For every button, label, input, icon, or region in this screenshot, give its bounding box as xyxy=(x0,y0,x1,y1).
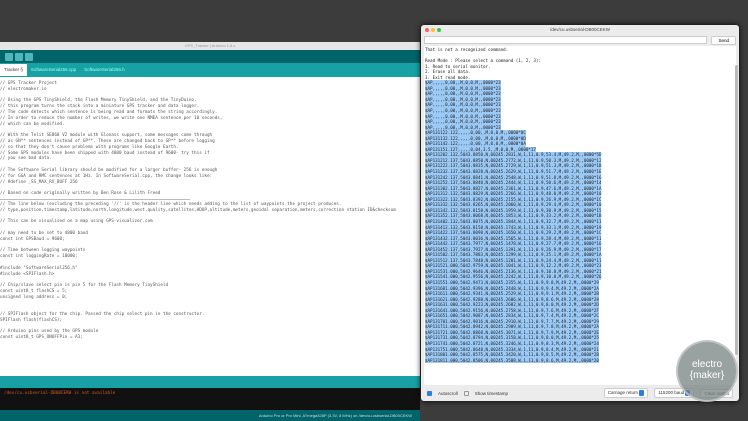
tab-bar: Tracker § SoftwareSerial256.cpp SoftwareSe… xyxy=(0,63,420,77)
autoscroll-checkbox[interactable] xyxy=(427,390,432,396)
board-status: Arduino Pro or Pro Mini, ATmega328P (3.3… xyxy=(0,410,420,421)
code-editor[interactable]: // GPS Tracker Project// electromaker.io… xyxy=(0,77,420,376)
window-title: /dev/cu.usbserial-DB00CEKW xyxy=(549,27,611,32)
electromaker-logo: electro {maker} xyxy=(676,340,738,402)
tab-2[interactable]: SoftwareSerial256.h xyxy=(80,64,129,76)
code-line: // Based on code originally written by B… xyxy=(0,191,161,197)
message-bar xyxy=(0,376,420,388)
chevron-down-icon xyxy=(639,390,645,396)
timestamp-checkbox[interactable] xyxy=(463,390,469,396)
tab-0[interactable]: Tracker § xyxy=(0,64,27,76)
line-ending-value: Carriage return xyxy=(607,390,638,396)
code-line: // type,position,timestamp,latitude,nort… xyxy=(0,207,396,213)
separator xyxy=(0,198,190,200)
code-line: const uint8_t GPS_ONOFFPin = A3; xyxy=(0,335,83,341)
ide-title: GPS_Tracker | Arduino 1.8.x xyxy=(0,42,420,50)
ide-toolbar xyxy=(0,50,420,63)
serial-monitor-titlebar: /dev/cu.usbserial-DB00CEKW xyxy=(421,25,739,34)
logo-line1: electro xyxy=(691,359,722,370)
tab-1[interactable]: SoftwareSerial256.cpp xyxy=(27,64,80,76)
send-button[interactable]: Send xyxy=(711,35,736,45)
line-ending-select[interactable]: Carriage return xyxy=(603,388,649,398)
baud-value: 115200 baud xyxy=(658,390,685,396)
timestamp-label: Show timestamp xyxy=(474,390,509,396)
arduino-ide-window: GPS_Tracker | Arduino 1.8.x Tracker § Sof… xyxy=(0,42,420,421)
serial-output[interactable]: That is not a recognized command. Read Mo… xyxy=(424,46,736,385)
new-button[interactable] xyxy=(25,52,33,61)
scrollbar[interactable] xyxy=(735,65,738,355)
autoscroll-label: Autoscroll xyxy=(438,390,458,396)
console-output: /dev/cu.usbserial-DB00CEKW is not availa… xyxy=(0,388,420,410)
serial-data-line: $AP131811.000,5042.8506,N,00245.3508,W,1… xyxy=(425,357,599,364)
logo-line2: {maker} xyxy=(689,370,725,381)
serial-input[interactable] xyxy=(424,36,708,44)
upload-button[interactable] xyxy=(15,52,23,61)
verify-button[interactable] xyxy=(5,52,13,61)
